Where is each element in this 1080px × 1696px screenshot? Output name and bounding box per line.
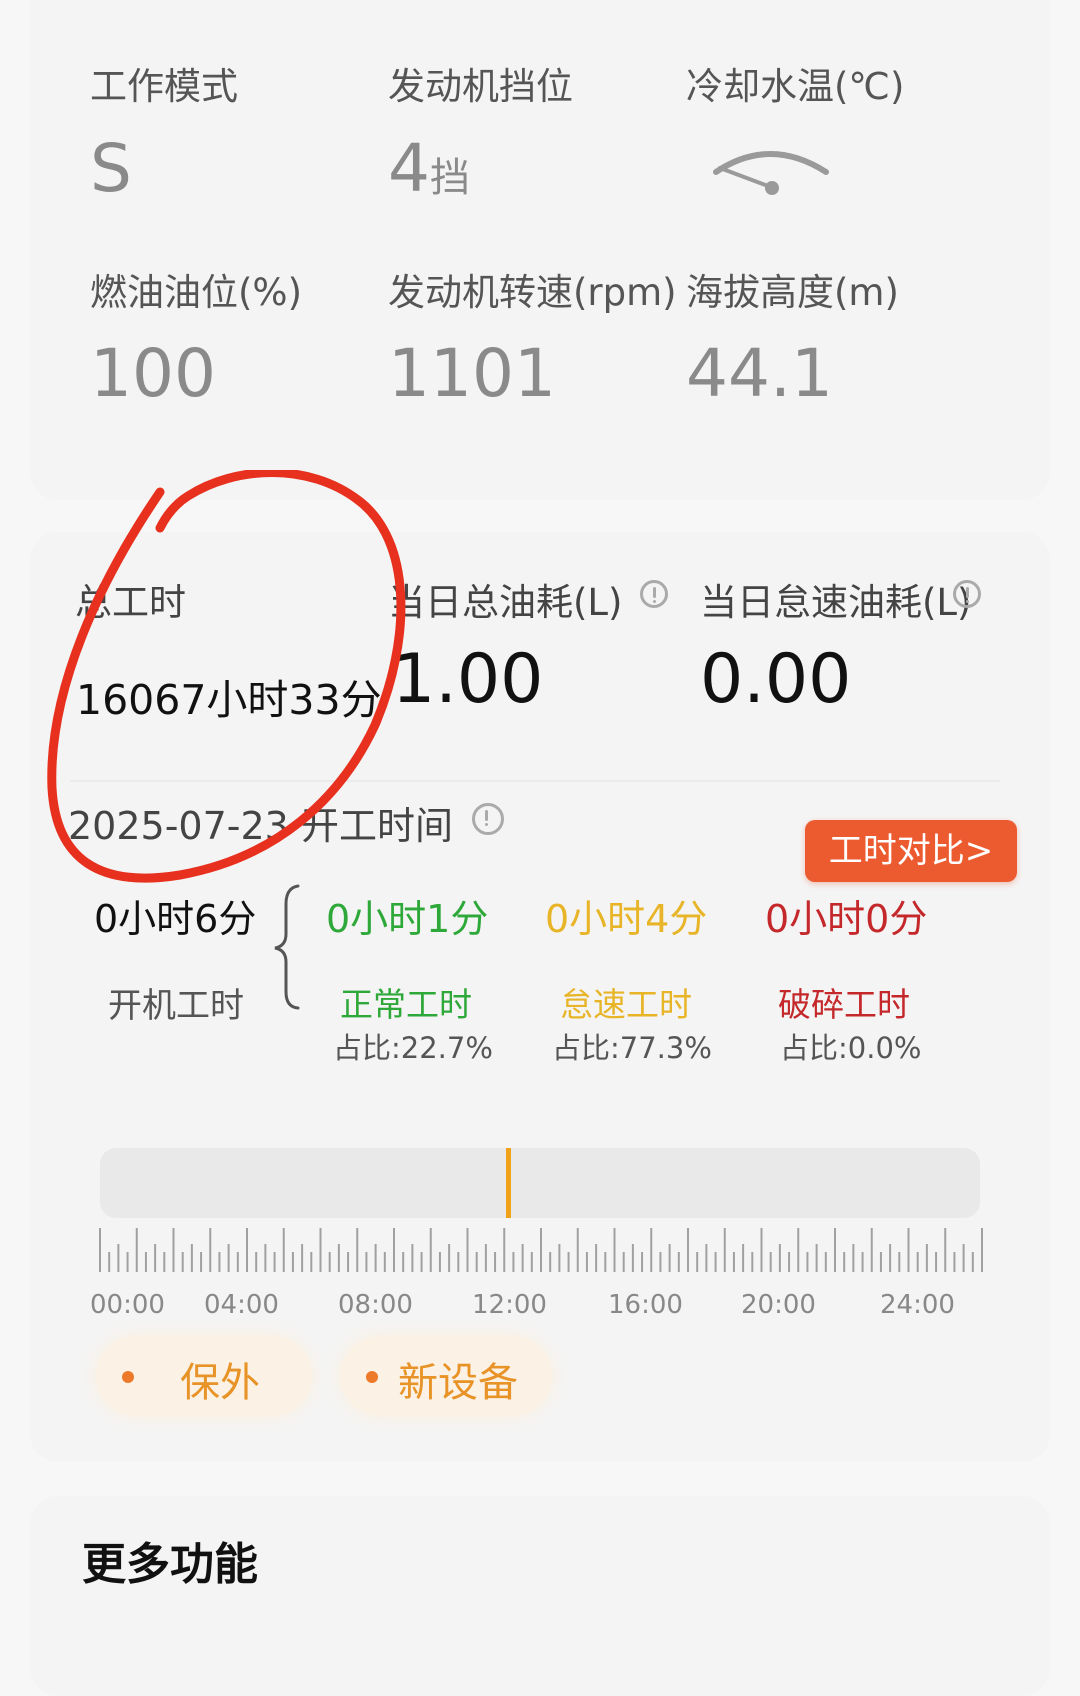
more-functions-title: 更多功能 [82, 1539, 258, 1590]
idle-hours-value: 0小时4分 [545, 897, 708, 941]
coolant-temp-label: 冷却水温(℃) [686, 65, 905, 108]
timeline-track[interactable] [100, 1148, 980, 1218]
breaking-hours-ratio: 占比:0.0% [780, 1031, 922, 1065]
tag-dot-icon [366, 1371, 378, 1383]
time-label-2400: 24:00 [880, 1290, 955, 1320]
coolant-gauge-icon [713, 151, 829, 195]
altitude-value: 44.1 [686, 335, 833, 412]
idle-hours-label: 怠速工时 [560, 985, 692, 1024]
breaking-hours-label: 破碎工时 [778, 985, 910, 1024]
on-time-label: 开机工时 [108, 986, 244, 1026]
time-label-0400: 04:00 [204, 1290, 279, 1320]
normal-hours-label: 正常工时 [340, 985, 472, 1024]
engine-gear-label: 发动机挡位 [388, 65, 573, 108]
more-functions-card [30, 1496, 1050, 1696]
work-mode-value: S [90, 130, 132, 207]
engine-gear-unit: 挡 [430, 155, 470, 201]
time-label-0800: 08:00 [338, 1290, 413, 1320]
tag-dot-icon [122, 1371, 134, 1383]
fuel-level-value: 100 [90, 335, 216, 412]
fuel-level-label: 燃油油位(%) [90, 271, 303, 314]
worktime-info-icon[interactable] [472, 803, 504, 835]
tag-out-of-warranty: 保外 [96, 1336, 312, 1416]
engine-gear-display: 4挡 [388, 130, 470, 207]
time-label-2000: 20:00 [741, 1290, 816, 1320]
idle-fuel-info-icon[interactable] [953, 580, 981, 608]
tag-label: 新设备 [398, 1360, 518, 1406]
tag-new-equipment: 新设备 [340, 1336, 552, 1416]
timeline-marker [506, 1148, 511, 1218]
time-label-0000: 00:00 [90, 1290, 165, 1320]
engine-gear-value: 4 [388, 130, 430, 207]
engine-rpm-value: 1101 [388, 335, 556, 412]
normal-hours-ratio: 占比:22.7% [333, 1031, 493, 1065]
time-label-1600: 16:00 [608, 1290, 683, 1320]
daily-fuel-info-icon[interactable] [640, 580, 668, 608]
idle-fuel-value: 0.00 [700, 640, 852, 719]
breaking-hours-value: 0小时0分 [765, 897, 928, 941]
annotation-circle [47, 470, 406, 883]
time-label-1200: 12:00 [472, 1290, 547, 1320]
tag-label: 保外 [180, 1360, 260, 1406]
engine-rpm-label: 发动机转速(rpm) [388, 271, 677, 314]
altitude-label: 海拔高度(m) [686, 271, 899, 314]
idle-hours-ratio: 占比:77.3% [552, 1031, 712, 1065]
compare-hours-button[interactable]: 工时对比> [805, 820, 1017, 882]
idle-fuel-label: 当日怠速油耗(L) [700, 581, 972, 624]
timeline-ticks [99, 1228, 983, 1272]
work-mode-label: 工作模式 [90, 65, 238, 108]
